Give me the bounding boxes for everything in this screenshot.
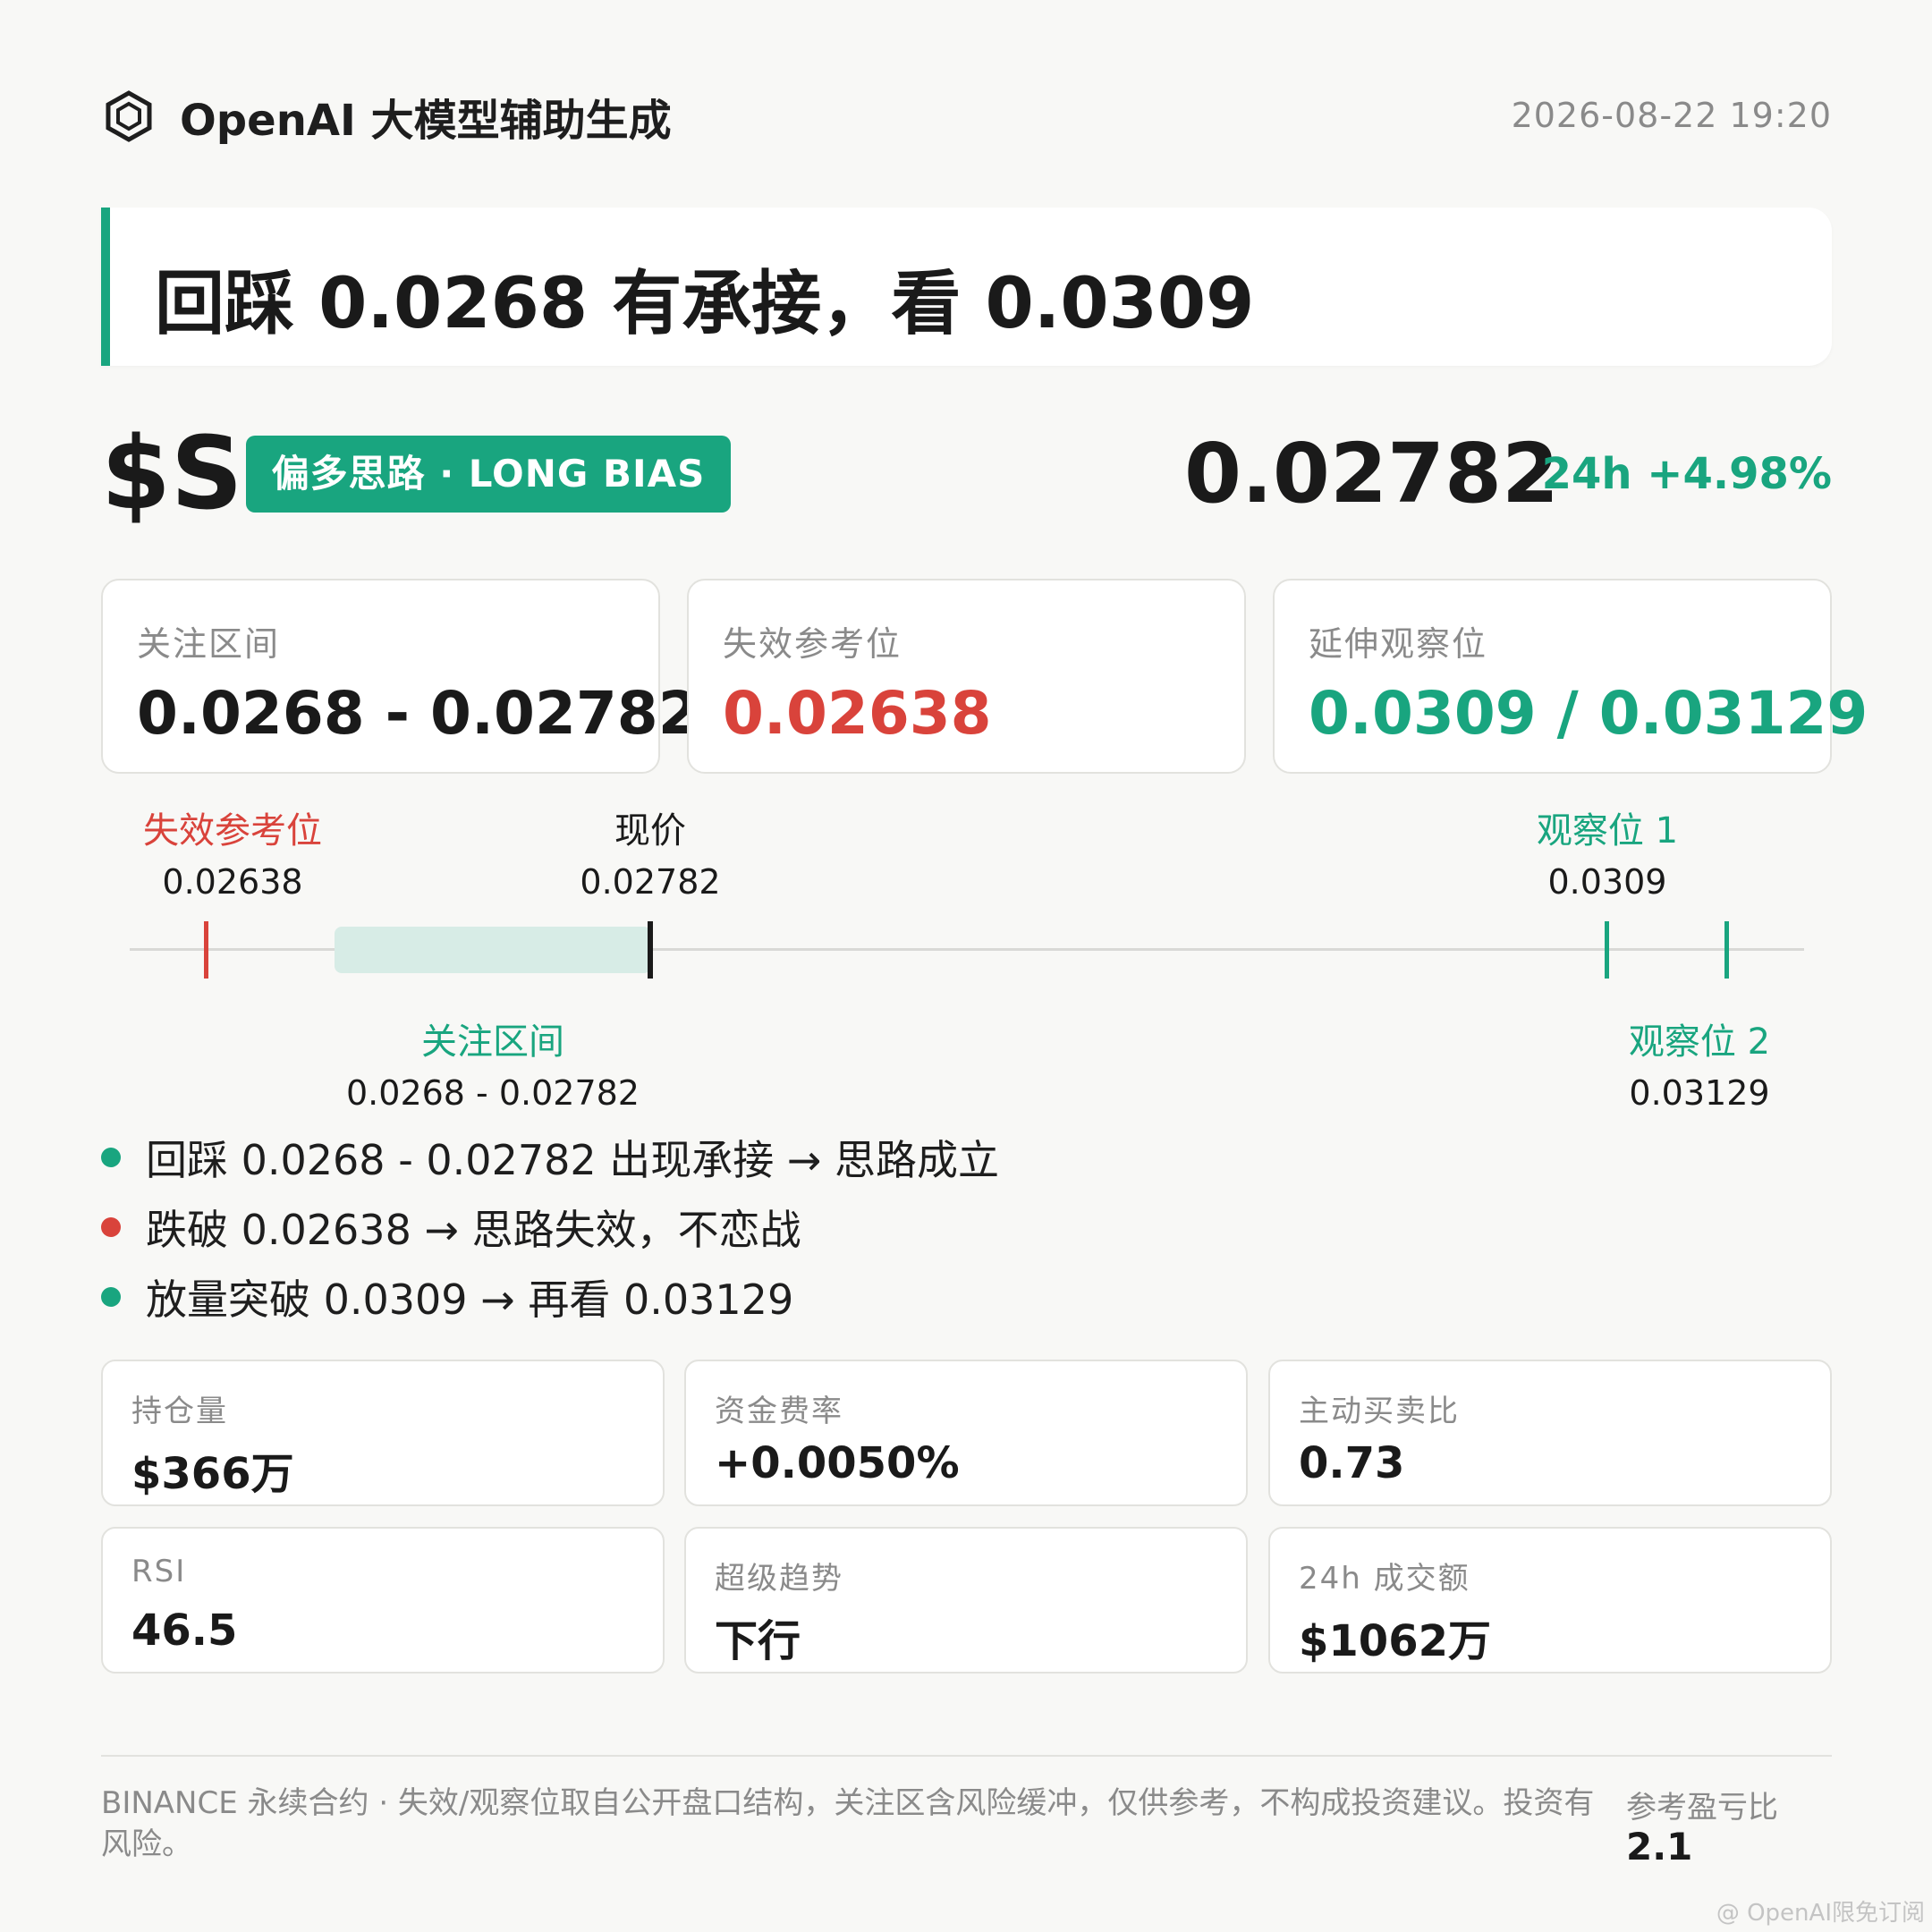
target1-tick <box>1605 921 1609 979</box>
tick-name: 失效参考位 <box>143 810 322 852</box>
scenario-text: 跌破 0.02638 → 思路失效，不恋战 <box>146 1206 801 1254</box>
current-price: 0.02782 <box>1183 426 1559 521</box>
level-label: 延伸观察位 <box>1309 624 1488 664</box>
current-label: 现价 0.02782 <box>580 801 720 902</box>
invalid-tick <box>204 921 208 979</box>
tick-name: 关注区间 <box>420 1021 564 1063</box>
metric-label: RSI <box>131 1554 187 1589</box>
zone-label: 关注区间 0.0268 - 0.02782 <box>346 1013 640 1113</box>
target1-label: 观察位 1 0.0309 <box>1537 801 1678 902</box>
target2-label: 观察位 2 0.03129 <box>1629 1013 1770 1113</box>
metric-buy-sell-ratio: 主动买卖比 0.73 <box>1268 1360 1832 1506</box>
current-price-tick <box>648 921 653 979</box>
level-value: 0.0309 / 0.03129 <box>1309 679 1868 748</box>
green-dot-icon <box>101 1148 121 1167</box>
zone-bar <box>335 927 651 973</box>
level-value: 0.02638 <box>723 679 992 748</box>
metric-volume-24h: 24h 成交额 $1062万 <box>1268 1527 1832 1674</box>
risk-reward-value: 2.1 <box>1626 1825 1693 1868</box>
invalid-label: 失效参考位 0.02638 <box>143 801 322 902</box>
scenario-list: 回踩 0.0268 - 0.02782 出现承接 → 思路成立 跌破 0.026… <box>101 1123 1832 1332</box>
price-change: 24h +4.98% <box>1541 449 1832 499</box>
openai-hexagon-icon <box>101 89 157 144</box>
ticker-symbol: $S <box>101 416 243 532</box>
level-card-invalid: 失效参考位 0.02638 <box>687 579 1246 774</box>
ticker-row: $S 偏多思路 · LONG BIAS 0.02782 24h +4.98% <box>101 420 1832 528</box>
metric-open-interest: 持仓量 $366万 <box>101 1360 665 1506</box>
scenario-text: 放量突破 0.0309 → 再看 0.03129 <box>146 1275 794 1324</box>
level-card-zone: 关注区间 0.0268 - 0.02782 <box>101 579 699 774</box>
timestamp: 2026-08-22 19:20 <box>1511 96 1832 135</box>
tick-value: 0.0268 - 0.02782 <box>346 1073 640 1113</box>
tick-name: 现价 <box>614 810 686 852</box>
metric-value: 0.73 <box>1299 1438 1405 1488</box>
level-value: 0.0268 - 0.02782 <box>137 679 699 748</box>
metric-funding-rate: 资金费率 +0.0050% <box>684 1360 1248 1506</box>
bias-badge: 偏多思路 · LONG BIAS <box>246 436 731 513</box>
metric-value: +0.0050% <box>715 1438 960 1488</box>
metric-value: $366万 <box>131 1449 294 1499</box>
tick-name: 观察位 2 <box>1628 1021 1771 1063</box>
watermark: @ OpenAI限免订阅 <box>1716 1900 1925 1927</box>
metric-label: 主动买卖比 <box>1299 1394 1460 1429</box>
metric-supertrend: 超级趋势 下行 <box>684 1527 1248 1674</box>
tick-name: 观察位 1 <box>1536 810 1679 852</box>
level-label: 失效参考位 <box>723 624 902 664</box>
brand-label: OpenAI 大模型辅助生成 <box>180 96 672 146</box>
price-ruler: 失效参考位 0.02638 现价 0.02782 观察位 1 0.0309 关注… <box>101 796 1832 1118</box>
scenario-text: 回踩 0.0268 - 0.02782 出现承接 → 思路成立 <box>146 1136 1000 1184</box>
tick-value: 0.02638 <box>162 862 303 902</box>
list-item: 放量突破 0.0309 → 再看 0.03129 <box>101 1262 1832 1332</box>
header: OpenAI 大模型辅助生成 2026-08-22 19:20 <box>101 85 1832 148</box>
metric-rsi: RSI 46.5 <box>101 1527 665 1674</box>
metric-value: 下行 <box>715 1616 801 1666</box>
metric-value: $1062万 <box>1299 1616 1491 1666</box>
footer-divider <box>101 1755 1832 1757</box>
headline-panel: 回踩 0.0268 有承接，看 0.0309 <box>101 208 1832 366</box>
red-dot-icon <box>101 1217 121 1237</box>
brand: OpenAI 大模型辅助生成 <box>101 85 672 148</box>
disclaimer: BINANCE 永续合约 · 失效/观察位取自公开盘口结构，关注区含风险缓冲，仅… <box>101 1785 1595 1862</box>
headline-text: 回踩 0.0268 有承接，看 0.0309 <box>155 264 1255 344</box>
tick-value: 0.02782 <box>580 862 721 902</box>
tick-value: 0.03129 <box>1629 1073 1770 1113</box>
metric-label: 资金费率 <box>715 1394 843 1429</box>
list-item: 跌破 0.02638 → 思路失效，不恋战 <box>101 1192 1832 1262</box>
metric-label: 24h 成交额 <box>1299 1561 1470 1597</box>
tick-value: 0.0309 <box>1547 862 1667 902</box>
list-item: 回踩 0.0268 - 0.02782 出现承接 → 思路成立 <box>101 1123 1832 1192</box>
signal-card: OpenAI 大模型辅助生成 2026-08-22 19:20 回踩 0.026… <box>101 0 1868 1932</box>
metric-value: 46.5 <box>131 1606 238 1656</box>
risk-reward-label: 参考盈亏比 <box>1626 1790 1778 1826</box>
green-dot-icon <box>101 1287 121 1307</box>
level-card-target: 延伸观察位 0.0309 / 0.03129 <box>1273 579 1868 774</box>
metric-label: 超级趋势 <box>715 1561 843 1597</box>
level-label: 关注区间 <box>137 624 281 664</box>
target2-tick <box>1724 921 1729 979</box>
metric-label: 持仓量 <box>131 1394 228 1429</box>
